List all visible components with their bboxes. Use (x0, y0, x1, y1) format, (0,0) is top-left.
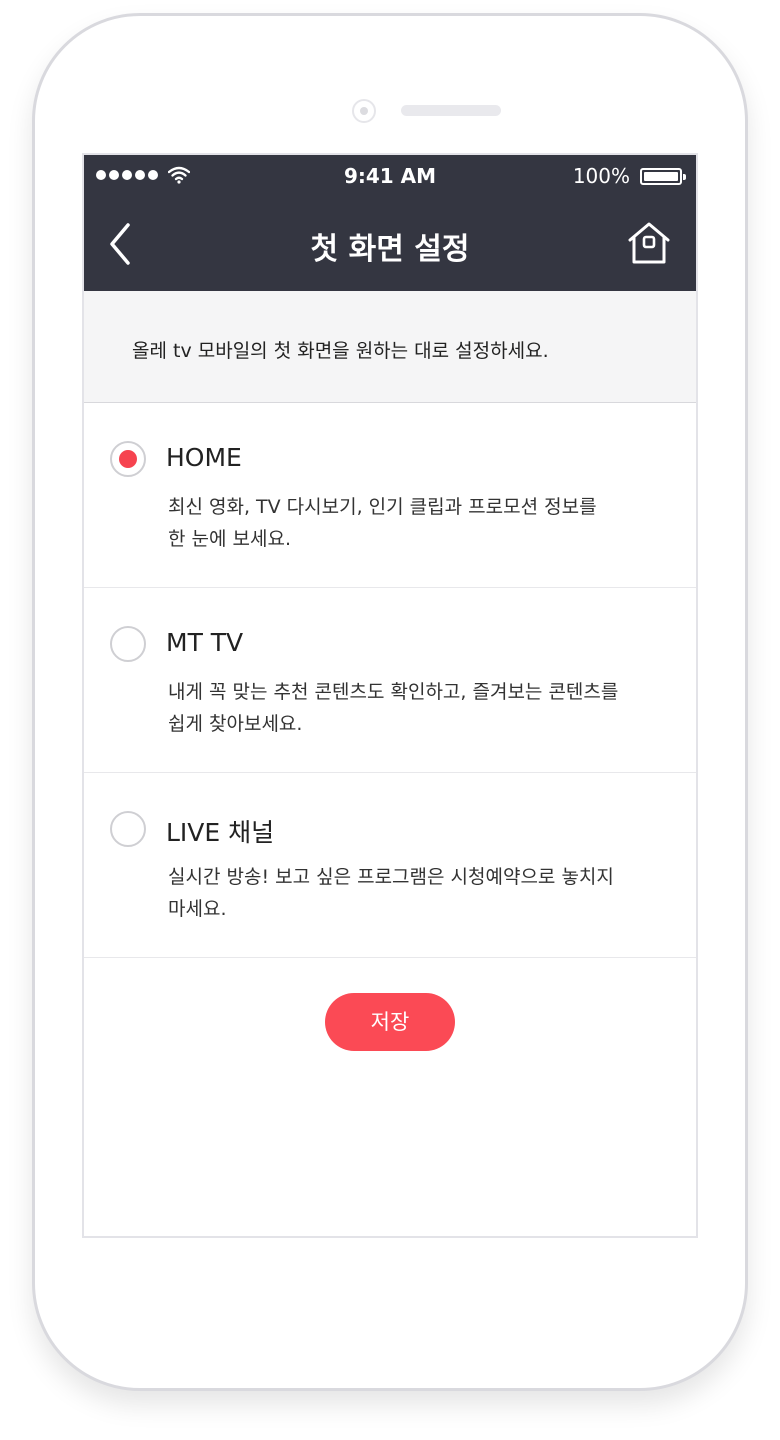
radio-button-live[interactable] (110, 811, 146, 847)
option-description: 내게 꼭 맞는 추천 콘텐츠도 확인하고, 즐겨보는 콘텐츠를 쉽게 찾아보세요… (168, 681, 619, 735)
save-button[interactable]: 저장 (325, 993, 455, 1051)
option-title: HOME (166, 443, 242, 472)
nav-bar: 첫 화면 설정 (84, 197, 696, 291)
earpiece-speaker (401, 105, 501, 116)
front-camera (352, 99, 376, 123)
app-screen: 9:41 AM 100% 첫 화면 설정 올레 tv 모바일의 첫 화면을 원하… (82, 153, 698, 1238)
battery-percent: 100% (572, 164, 630, 188)
home-icon (628, 222, 670, 264)
option-title: LIVE 채널 (166, 818, 275, 847)
option-description: 최신 영화, TV 다시보기, 인기 클립과 프로모션 정보를 한 눈에 보세요… (168, 496, 597, 550)
option-home[interactable]: HOME 최신 영화, TV 다시보기, 인기 클립과 프로모션 정보를 한 눈… (84, 403, 696, 588)
radio-button-home[interactable] (110, 441, 146, 477)
intro-banner: 올레 tv 모바일의 첫 화면을 원하는 대로 설정하세요. (84, 291, 696, 403)
option-description: 실시간 방송! 보고 싶은 프로그램은 시청예약으로 놓치지 마세요. (168, 866, 614, 920)
radio-button-mt-tv[interactable] (110, 626, 146, 662)
option-mt-tv[interactable]: MT TV 내게 꼭 맞는 추천 콘텐츠도 확인하고, 즐겨보는 콘텐츠를 쉽게… (84, 588, 696, 773)
intro-text: 올레 tv 모바일의 첫 화면을 원하는 대로 설정하세요. (132, 340, 549, 362)
home-button[interactable] (626, 220, 672, 266)
battery-icon (640, 168, 686, 185)
option-title: MT TV (166, 628, 244, 657)
status-bar: 9:41 AM 100% (84, 155, 696, 197)
option-live[interactable]: LIVE 채널 실시간 방송! 보고 싶은 프로그램은 시청예약으로 놓치지 마… (84, 773, 696, 958)
page-title: 첫 화면 설정 (310, 232, 470, 267)
